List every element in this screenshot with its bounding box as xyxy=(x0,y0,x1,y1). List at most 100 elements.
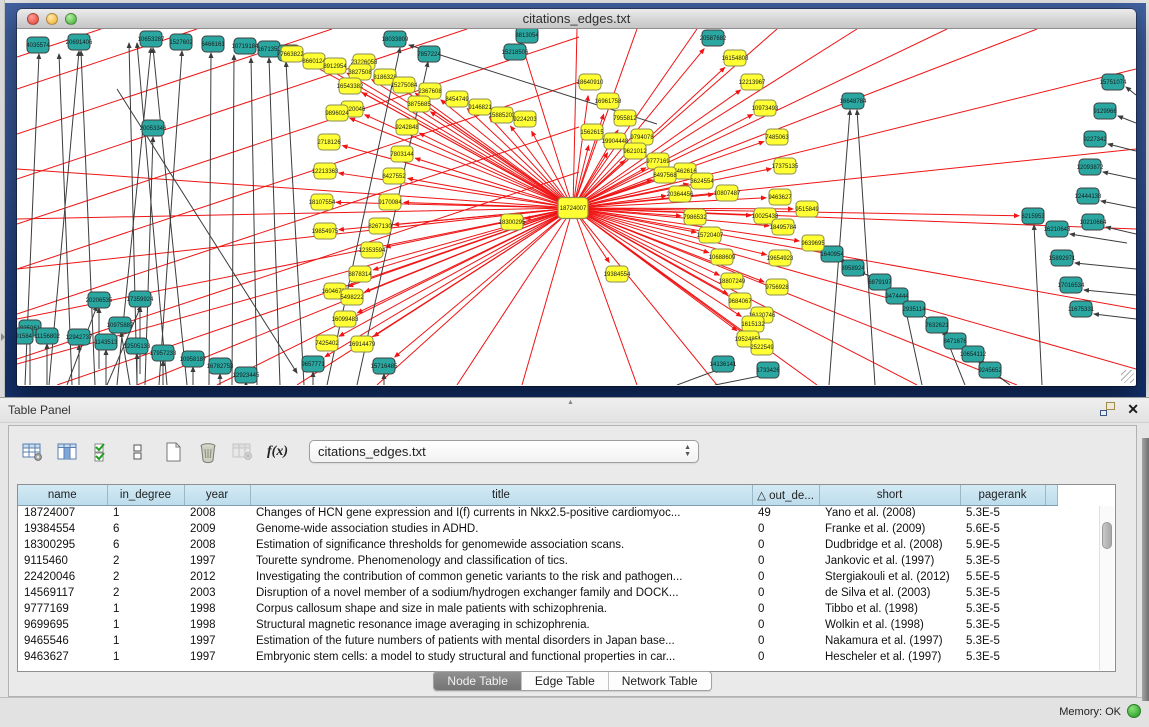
network-node[interactable]: 10654112 xyxy=(960,346,987,362)
tab-network-table[interactable]: Network Table xyxy=(609,672,711,690)
float-panel-icon[interactable] xyxy=(1100,402,1115,416)
network-node[interactable]: 9756928 xyxy=(765,279,789,295)
network-node[interactable]: 19654923 xyxy=(767,250,794,266)
network-node[interactable]: 15885203 xyxy=(489,107,516,123)
network-node[interactable]: 15720407 xyxy=(697,227,724,243)
network-node[interactable]: 7485063 xyxy=(765,129,789,145)
table-row[interactable]: 1456911722003Disruption of a novel membe… xyxy=(18,585,1057,601)
select-columns-icon[interactable] xyxy=(89,438,116,465)
network-node[interactable]: 1143513 xyxy=(95,334,119,350)
network-node[interactable]: 11156802 xyxy=(34,328,60,344)
network-node[interactable]: 1527602 xyxy=(169,34,193,50)
network-node[interactable]: 16210643 xyxy=(1044,221,1071,237)
network-node[interactable]: 9463627 xyxy=(768,189,792,205)
splitter-handle-icon[interactable]: ▲ xyxy=(567,399,574,406)
column-header-short[interactable]: short xyxy=(819,485,960,505)
column-header-out_de[interactable]: △ out_de... xyxy=(752,485,819,505)
network-node[interactable]: 10210664 xyxy=(1080,214,1107,230)
network-node[interactable]: 19384554 xyxy=(604,266,631,282)
network-node[interactable]: 3875685 xyxy=(407,96,431,112)
network-node[interactable]: 9129966 xyxy=(1093,103,1117,119)
window-resize-grip[interactable] xyxy=(1121,370,1134,383)
table-row[interactable]: 1830029562008Estimation of significance … xyxy=(18,537,1057,553)
table-scrollbar-thumb[interactable] xyxy=(1102,522,1112,549)
network-canvas[interactable]: 4035574206914061065328715276026466161107… xyxy=(17,29,1136,385)
network-node[interactable]: 1733426 xyxy=(756,362,780,378)
panel-right-scrollbar[interactable] xyxy=(1142,438,1149,701)
column-header-pagerank[interactable]: pagerank xyxy=(960,485,1045,505)
network-node[interactable]: 9227342 xyxy=(1083,131,1107,147)
network-node[interactable]: 12444138 xyxy=(1075,188,1102,204)
network-node[interactable]: 8912954 xyxy=(323,58,347,74)
network-node[interactable]: 10807487 xyxy=(714,185,741,201)
network-node[interactable]: 9639695 xyxy=(801,235,825,251)
network-node[interactable]: 18300295 xyxy=(499,214,526,230)
column-header-name[interactable]: name xyxy=(18,485,107,505)
network-node[interactable]: 17957233 xyxy=(150,345,177,361)
delete-table-icon[interactable] xyxy=(229,438,256,465)
network-node[interactable]: 10958187 xyxy=(180,351,207,367)
network-node[interactable]: 9896024 xyxy=(325,105,349,121)
network-node[interactable]: 10975887 xyxy=(107,317,134,333)
network-node[interactable]: 2718126 xyxy=(317,134,341,150)
column-header-year[interactable]: year xyxy=(184,485,250,505)
network-node[interactable]: 16099483 xyxy=(332,311,359,327)
network-node[interactable]: 8267130 xyxy=(368,218,392,234)
column-header-title[interactable]: title xyxy=(250,485,752,505)
network-node[interactable]: 17016534 xyxy=(1058,277,1085,293)
network-node[interactable]: 12353594 xyxy=(359,242,386,258)
table-row[interactable]: 911546021997Tourette syndrome. Phenomeno… xyxy=(18,553,1057,569)
function-builder-icon[interactable]: f(x) xyxy=(264,438,291,465)
rows-icon[interactable] xyxy=(124,438,151,465)
network-node[interactable]: 9170084 xyxy=(378,194,402,210)
network-node[interactable]: 18807249 xyxy=(719,273,746,289)
network-node[interactable]: 1562615 xyxy=(580,124,604,140)
network-node[interactable]: 4035574 xyxy=(26,37,50,53)
show-column-icon[interactable] xyxy=(54,438,81,465)
network-node[interactable]: 15218506 xyxy=(502,44,529,60)
network-node[interactable]: 20364456 xyxy=(667,186,694,202)
network-node[interactable]: 7425402 xyxy=(315,335,339,351)
network-node[interactable]: 15275084 xyxy=(391,77,418,93)
network-node[interactable]: 12213967 xyxy=(739,74,766,90)
network-node[interactable]: 7803144 xyxy=(390,146,414,162)
node-table[interactable]: namein_degreeyeartitle△ out_de...shortpa… xyxy=(17,484,1116,672)
network-node[interactable]: 15751074 xyxy=(1100,74,1127,90)
network-view-window[interactable]: citations_edges.txt 40355742069140610653… xyxy=(17,9,1136,386)
network-node[interactable]: 14136141 xyxy=(710,356,737,372)
network-node[interactable]: 7632621 xyxy=(925,317,949,333)
network-node[interactable]: 8813054 xyxy=(515,29,539,43)
network-node[interactable]: 18724007 xyxy=(558,198,588,219)
column-header-in_degree[interactable]: in_degree xyxy=(107,485,184,505)
network-node[interactable]: 6466161 xyxy=(201,36,225,52)
network-node[interactable]: 2935114 xyxy=(903,301,927,317)
table-row[interactable]: 1938455462009Genome-wide association stu… xyxy=(18,521,1057,537)
network-node[interactable]: 12213363 xyxy=(312,163,339,179)
network-node[interactable]: 9621012 xyxy=(623,143,647,159)
network-node[interactable]: 20691406 xyxy=(66,34,93,50)
network-node[interactable]: 9684067 xyxy=(728,293,752,309)
network-node[interactable]: 20206535 xyxy=(86,292,113,308)
minimize-window-button[interactable] xyxy=(46,13,58,25)
network-node[interactable]: 15716485 xyxy=(371,358,398,374)
network-node[interactable]: 2522549 xyxy=(750,339,774,355)
network-node[interactable]: 9224203 xyxy=(513,111,537,127)
network-node[interactable]: 5498222 xyxy=(340,289,364,305)
network-node[interactable]: 16648784 xyxy=(840,93,867,109)
close-panel-icon[interactable]: ✕ xyxy=(1127,402,1139,416)
window-titlebar[interactable]: citations_edges.txt xyxy=(17,9,1136,29)
network-node[interactable]: 10719184 xyxy=(232,38,259,54)
network-node[interactable]: 17375135 xyxy=(772,158,799,174)
network-node[interactable]: 16914479 xyxy=(349,336,376,352)
network-node[interactable]: 15892971 xyxy=(1049,250,1076,266)
network-node[interactable]: 10688609 xyxy=(709,249,736,265)
table-scrollbar[interactable] xyxy=(1099,506,1114,670)
table-mode-icon[interactable] xyxy=(19,438,46,465)
network-node[interactable]: 9245652 xyxy=(978,362,1002,378)
zoom-window-button[interactable] xyxy=(65,13,77,25)
table-row[interactable]: 946554611997Estimation of the future num… xyxy=(18,633,1057,649)
tab-node-table[interactable]: Node Table xyxy=(434,672,522,690)
network-node[interactable]: 10973493 xyxy=(752,100,779,116)
network-node[interactable]: 8878314 xyxy=(348,266,372,282)
network-node[interactable]: 6879197 xyxy=(868,274,892,290)
